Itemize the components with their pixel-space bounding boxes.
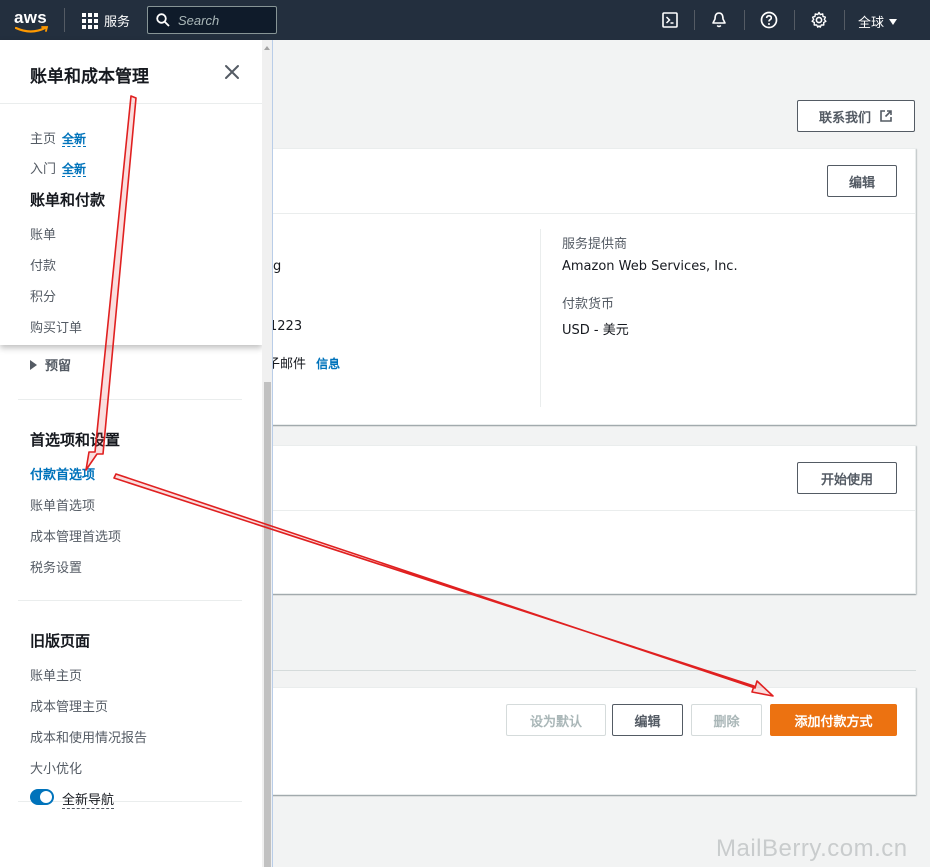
search-input[interactable] (178, 12, 258, 28)
account-details-panel: 编辑 g 1223 子邮件 信息 服务提供商 Amazon Web Servic… (262, 148, 916, 425)
external-link-icon (880, 110, 892, 122)
set-default-button[interactable]: 设为默认 (506, 704, 606, 736)
section-divider (262, 670, 916, 671)
nav-divider (694, 10, 695, 30)
caret-down-icon (889, 18, 898, 25)
region-label: 全球 (858, 16, 885, 31)
search-box[interactable] (147, 6, 277, 34)
nav-item-cost-management-home[interactable]: 成本管理主页 (30, 696, 108, 715)
panel-divider (263, 213, 915, 214)
panel-divider (263, 510, 915, 511)
contact-us-label: 联系我们 (818, 110, 871, 126)
add-payment-method-label: 添加付款方式 (794, 714, 873, 730)
nav-divider (794, 10, 795, 30)
new-badge: 全新 (62, 162, 87, 177)
region-selector[interactable]: 全球 (858, 12, 898, 31)
nav-item-bills[interactable]: 账单 (30, 224, 56, 243)
section-heading-billing: 账单和付款 (30, 191, 106, 209)
info-link[interactable]: 信息 (316, 357, 340, 371)
payment-methods-panel: 设为默认 编辑 删除 添加付款方式 (262, 687, 916, 795)
side-navigation-title: 账单和成本管理 (30, 67, 149, 87)
caret-right-icon (30, 359, 37, 370)
account-value-partial: g (273, 259, 282, 274)
edit-payment-label: 编辑 (634, 714, 661, 730)
set-default-label: 设为默认 (529, 714, 582, 730)
nav-divider (844, 10, 845, 30)
nav-item-billing-home[interactable]: 账单主页 (30, 665, 82, 684)
column-divider (540, 229, 541, 407)
aws-smile-icon (15, 26, 49, 33)
nav-divider (64, 8, 65, 32)
scrollbar-thumb[interactable] (264, 382, 271, 867)
edit-label: 编辑 (848, 175, 875, 191)
aws-logo[interactable]: aws (14, 8, 49, 33)
nav-item-cost-usage-reports[interactable]: 成本和使用情况报告 (30, 727, 147, 746)
settings-button[interactable] (804, 0, 834, 40)
add-payment-method-button[interactable]: 添加付款方式 (770, 704, 897, 736)
second-panel: 开始使用 (262, 445, 916, 594)
nav-divider (744, 10, 745, 30)
nav-item-billing-preferences[interactable]: 账单首选项 (30, 495, 95, 514)
close-icon (225, 65, 239, 79)
nav-item-getting-started[interactable]: 入门 全新 (30, 158, 87, 177)
watermark-text: MailBerry.com.cn (716, 835, 908, 862)
search-icon (156, 13, 170, 27)
nav-item-home[interactable]: 主页 全新 (30, 128, 87, 147)
nav-expand-reservations[interactable]: 预留 (30, 355, 71, 374)
provider-value: Amazon Web Services, Inc. (562, 259, 738, 274)
help-button[interactable] (754, 0, 784, 40)
get-started-label: 开始使用 (820, 472, 873, 488)
section-heading-legacy: 旧版页面 (30, 632, 91, 650)
help-icon (760, 11, 778, 29)
gear-icon (811, 11, 827, 28)
nav-item-payment-preferences[interactable]: 付款首选项 (30, 464, 95, 483)
cloudshell-button[interactable] (655, 0, 685, 40)
nav-item-rightsizing[interactable]: 大小优化 (30, 758, 82, 777)
currency-value: USD - 美元 (562, 323, 629, 338)
new-navigation-label: 全新导航 (62, 789, 115, 809)
currency-label: 付款货币 (562, 297, 615, 312)
grid-icon (82, 12, 98, 29)
section-divider (18, 600, 242, 601)
provider-label: 服务提供商 (562, 237, 628, 252)
new-badge: 全新 (62, 132, 87, 147)
top-navigation-bar: aws 服务 Search 全球 (0, 0, 930, 40)
nav-item-cost-management-preferences[interactable]: 成本管理首选项 (30, 526, 121, 545)
navigation-header-divider (0, 103, 262, 104)
scroll-up-icon (264, 46, 270, 50)
edit-payment-button[interactable]: 编辑 (612, 704, 683, 736)
contact-us-button[interactable]: 联系我们 (797, 100, 915, 132)
terminal-icon (662, 12, 678, 28)
close-navigation-button[interactable] (222, 62, 242, 82)
delete-payment-button[interactable]: 删除 (691, 704, 762, 736)
delete-label: 删除 (713, 714, 740, 730)
nav-item-credits[interactable]: 积分 (30, 286, 56, 305)
aws-logo-text: aws (14, 8, 48, 27)
bell-icon (712, 12, 726, 28)
edit-account-button[interactable]: 编辑 (827, 165, 897, 197)
email-label-partial: 子邮件 信息 (267, 357, 341, 372)
nav-item-purchase-orders[interactable]: 购买订单 (30, 317, 82, 336)
section-divider (18, 399, 242, 400)
navigation-scrollbar[interactable] (262, 40, 273, 867)
billing-side-navigation: 账单和成本管理 主页 全新 入门 全新 账单和付款 账单 付款 积分 购买订单 预留… (0, 40, 262, 867)
nav-item-tax-settings[interactable]: 税务设置 (30, 557, 82, 576)
section-heading-preferences: 首选项和设置 (30, 431, 121, 449)
account-id-partial: 1223 (269, 319, 303, 334)
notifications-button[interactable] (704, 0, 734, 40)
new-navigation-toggle[interactable] (30, 789, 54, 805)
services-menu-button[interactable]: 服务 (82, 11, 130, 30)
nav-item-payments[interactable]: 付款 (30, 255, 56, 274)
get-started-button[interactable]: 开始使用 (797, 462, 897, 494)
services-label: 服务 (104, 15, 131, 30)
